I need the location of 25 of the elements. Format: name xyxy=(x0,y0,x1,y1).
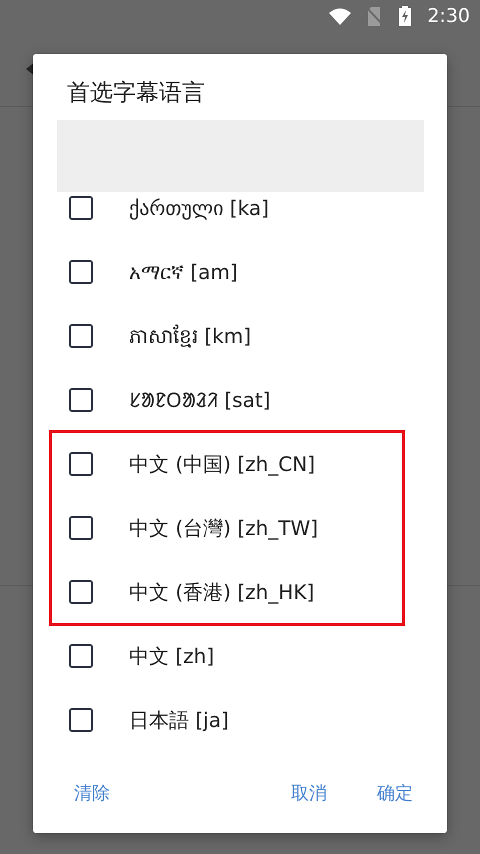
checkbox[interactable] xyxy=(69,388,93,412)
checkbox[interactable] xyxy=(69,580,93,604)
checkbox[interactable] xyxy=(69,516,93,540)
option-row[interactable]: 日本語 [ja] xyxy=(33,688,447,752)
checkbox[interactable] xyxy=(69,452,93,476)
option-row[interactable]: ქართული [ka] xyxy=(33,192,447,240)
checkbox[interactable] xyxy=(69,196,93,220)
checkbox[interactable] xyxy=(69,324,93,348)
option-row[interactable]: አማርኛ [am] xyxy=(33,240,447,304)
clock-time: 2:30 xyxy=(427,4,470,29)
option-row[interactable]: 中文 [zh] xyxy=(33,624,447,688)
dialog-title: 首选字幕语言 xyxy=(66,79,206,108)
checkbox[interactable] xyxy=(69,708,93,732)
clear-button[interactable]: 清除 xyxy=(70,774,114,813)
option-row[interactable]: ភាសាខ្មែរ [km] xyxy=(33,304,447,368)
battery-charging-icon xyxy=(399,6,412,26)
option-row[interactable]: 中文 (中国) [zh_CN] xyxy=(33,432,447,496)
checkbox[interactable] xyxy=(69,260,93,284)
option-row[interactable]: 中文 (台灣) [zh_TW] xyxy=(33,496,447,560)
cancel-button[interactable]: 取消 xyxy=(287,774,331,813)
option-row[interactable]: ᱥᱟᱱᱛᱟᱲᱤ [sat] xyxy=(33,368,447,432)
checkbox[interactable] xyxy=(69,644,93,668)
confirm-button[interactable]: 确定 xyxy=(373,774,417,813)
option-row[interactable]: 中文 (香港) [zh_HK] xyxy=(33,560,447,624)
wifi-icon xyxy=(329,8,352,24)
